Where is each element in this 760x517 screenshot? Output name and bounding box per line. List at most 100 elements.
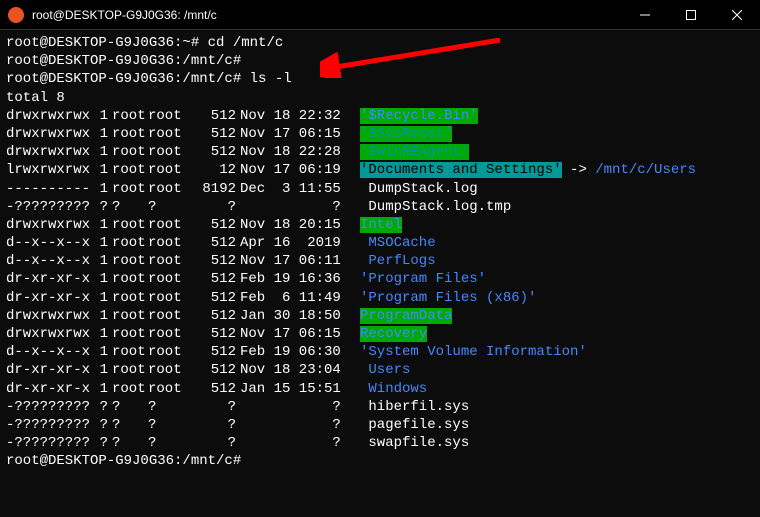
file-date: Feb 19 16:36 (236, 270, 348, 288)
file-owner: root (108, 143, 148, 161)
file-row: d--x--x--x1rootroot512Apr 16 2019 MSOCac… (6, 234, 754, 252)
file-size: 8192 (188, 180, 236, 198)
file-name: pagefile.sys (348, 416, 469, 434)
file-perms: ---------- (6, 180, 90, 198)
file-perms: dr-xr-xr-x (6, 380, 90, 398)
file-name-text: DumpStack.log.tmp (360, 199, 511, 215)
file-name-text: swapfile.sys (360, 435, 469, 451)
file-size: 512 (188, 252, 236, 270)
file-date: Nov 17 06:11 (236, 252, 348, 270)
file-row: dr-xr-xr-x1rootroot512Feb 19 16:36'Progr… (6, 270, 754, 288)
file-owner: root (108, 289, 148, 307)
file-links: 1 (90, 380, 108, 398)
file-name-text: 'System Volume Information' (360, 344, 587, 360)
file-size: 512 (188, 143, 236, 161)
file-perms: dr-xr-xr-x (6, 361, 90, 379)
file-owner: root (108, 380, 148, 398)
file-size: 512 (188, 289, 236, 307)
file-name-text: ProgramData (360, 308, 452, 324)
file-name: '$WinREAgent' (348, 143, 469, 161)
file-links: 1 (90, 289, 108, 307)
ubuntu-icon (8, 7, 24, 23)
file-links: ? (90, 416, 108, 434)
file-name: Users (348, 361, 410, 379)
shell-prompt: root@DESKTOP-G9J0G36:/mnt/c# (6, 71, 241, 87)
file-owner: root (108, 107, 148, 125)
file-links: 1 (90, 361, 108, 379)
file-perms: lrwxrwxrwx (6, 161, 90, 179)
file-name-text: 'Program Files (x86)' (360, 290, 536, 306)
file-perms: dr-xr-xr-x (6, 289, 90, 307)
file-perms: -????????? (6, 398, 90, 416)
file-group: root (148, 325, 188, 343)
file-perms: drwxrwxrwx (6, 143, 90, 161)
file-name-text: PerfLogs (360, 253, 436, 269)
file-name: hiberfil.sys (348, 398, 469, 416)
close-button[interactable] (714, 0, 760, 30)
file-date: Nov 18 23:04 (236, 361, 348, 379)
file-date: ? (236, 416, 348, 434)
maximize-button[interactable] (668, 0, 714, 30)
file-row: dr-xr-xr-x1rootroot512Jan 15 15:51 Windo… (6, 380, 754, 398)
file-row: drwxrwxrwx1rootroot512Nov 18 22:32'$Recy… (6, 107, 754, 125)
file-date: ? (236, 434, 348, 452)
file-name-text: '$Recycle.Bin' (360, 108, 478, 124)
minimize-button[interactable] (622, 0, 668, 30)
file-links: 1 (90, 161, 108, 179)
file-perms: drwxrwxrwx (6, 107, 90, 125)
file-date: Apr 16 2019 (236, 234, 348, 252)
file-group: ? (148, 398, 188, 416)
file-name-text: Windows (360, 381, 427, 397)
file-owner: root (108, 125, 148, 143)
file-name-text: Users (360, 362, 410, 378)
file-group: root (148, 180, 188, 198)
file-name: '$Recycle.Bin' (348, 107, 478, 125)
file-row: dr-xr-xr-x1rootroot512Feb 6 11:49'Progra… (6, 289, 754, 307)
file-name: swapfile.sys (348, 434, 469, 452)
file-group: root (148, 343, 188, 361)
file-date: Nov 18 20:15 (236, 216, 348, 234)
file-perms: d--x--x--x (6, 343, 90, 361)
file-perms: drwxrwxrwx (6, 216, 90, 234)
file-perms: drwxrwxrwx (6, 307, 90, 325)
file-name: 'Documents and Settings' -> /mnt/c/Users (348, 161, 696, 179)
file-links: ? (90, 398, 108, 416)
file-name-text: 'Documents and Settings' (360, 162, 562, 178)
file-row: drwxrwxrwx1rootroot512Nov 18 22:28'$WinR… (6, 143, 754, 161)
file-owner: root (108, 343, 148, 361)
file-owner: root (108, 270, 148, 288)
file-row: -????????????? ? pagefile.sys (6, 416, 754, 434)
file-row: drwxrwxrwx1rootroot512Nov 17 06:15Recove… (6, 325, 754, 343)
file-owner: root (108, 325, 148, 343)
shell-prompt: root@DESKTOP-G9J0G36:/mnt/c# (6, 453, 241, 469)
file-date: Feb 19 06:30 (236, 343, 348, 361)
file-name: '$SysReset' (348, 125, 452, 143)
file-group: ? (148, 434, 188, 452)
file-date: ? (236, 398, 348, 416)
terminal-area[interactable]: root@DESKTOP-G9J0G36:~# cd /mnt/c root@D… (0, 30, 760, 475)
file-row: -????????????? ? DumpStack.log.tmp (6, 198, 754, 216)
file-perms: -????????? (6, 198, 90, 216)
file-links: 1 (90, 307, 108, 325)
file-name-text: DumpStack.log (360, 181, 478, 197)
file-links: 1 (90, 343, 108, 361)
file-owner: root (108, 307, 148, 325)
file-row: -????????????? ? swapfile.sys (6, 434, 754, 452)
file-date: Feb 6 11:49 (236, 289, 348, 307)
file-group: root (148, 289, 188, 307)
file-name: Intel (348, 216, 402, 234)
file-group: ? (148, 198, 188, 216)
file-name: 'Program Files (x86)' (348, 289, 536, 307)
file-size: 512 (188, 216, 236, 234)
file-name-text: 'Program Files' (360, 271, 486, 287)
file-owner: root (108, 234, 148, 252)
file-size: 512 (188, 270, 236, 288)
file-perms: dr-xr-xr-x (6, 270, 90, 288)
file-group: root (148, 234, 188, 252)
file-group: root (148, 125, 188, 143)
file-group: root (148, 380, 188, 398)
file-row: drwxrwxrwx1rootroot512Nov 18 20:15Intel (6, 216, 754, 234)
file-name: PerfLogs (348, 252, 436, 270)
file-owner: root (108, 252, 148, 270)
file-listing: drwxrwxrwx1rootroot512Nov 18 22:32'$Recy… (6, 107, 754, 453)
